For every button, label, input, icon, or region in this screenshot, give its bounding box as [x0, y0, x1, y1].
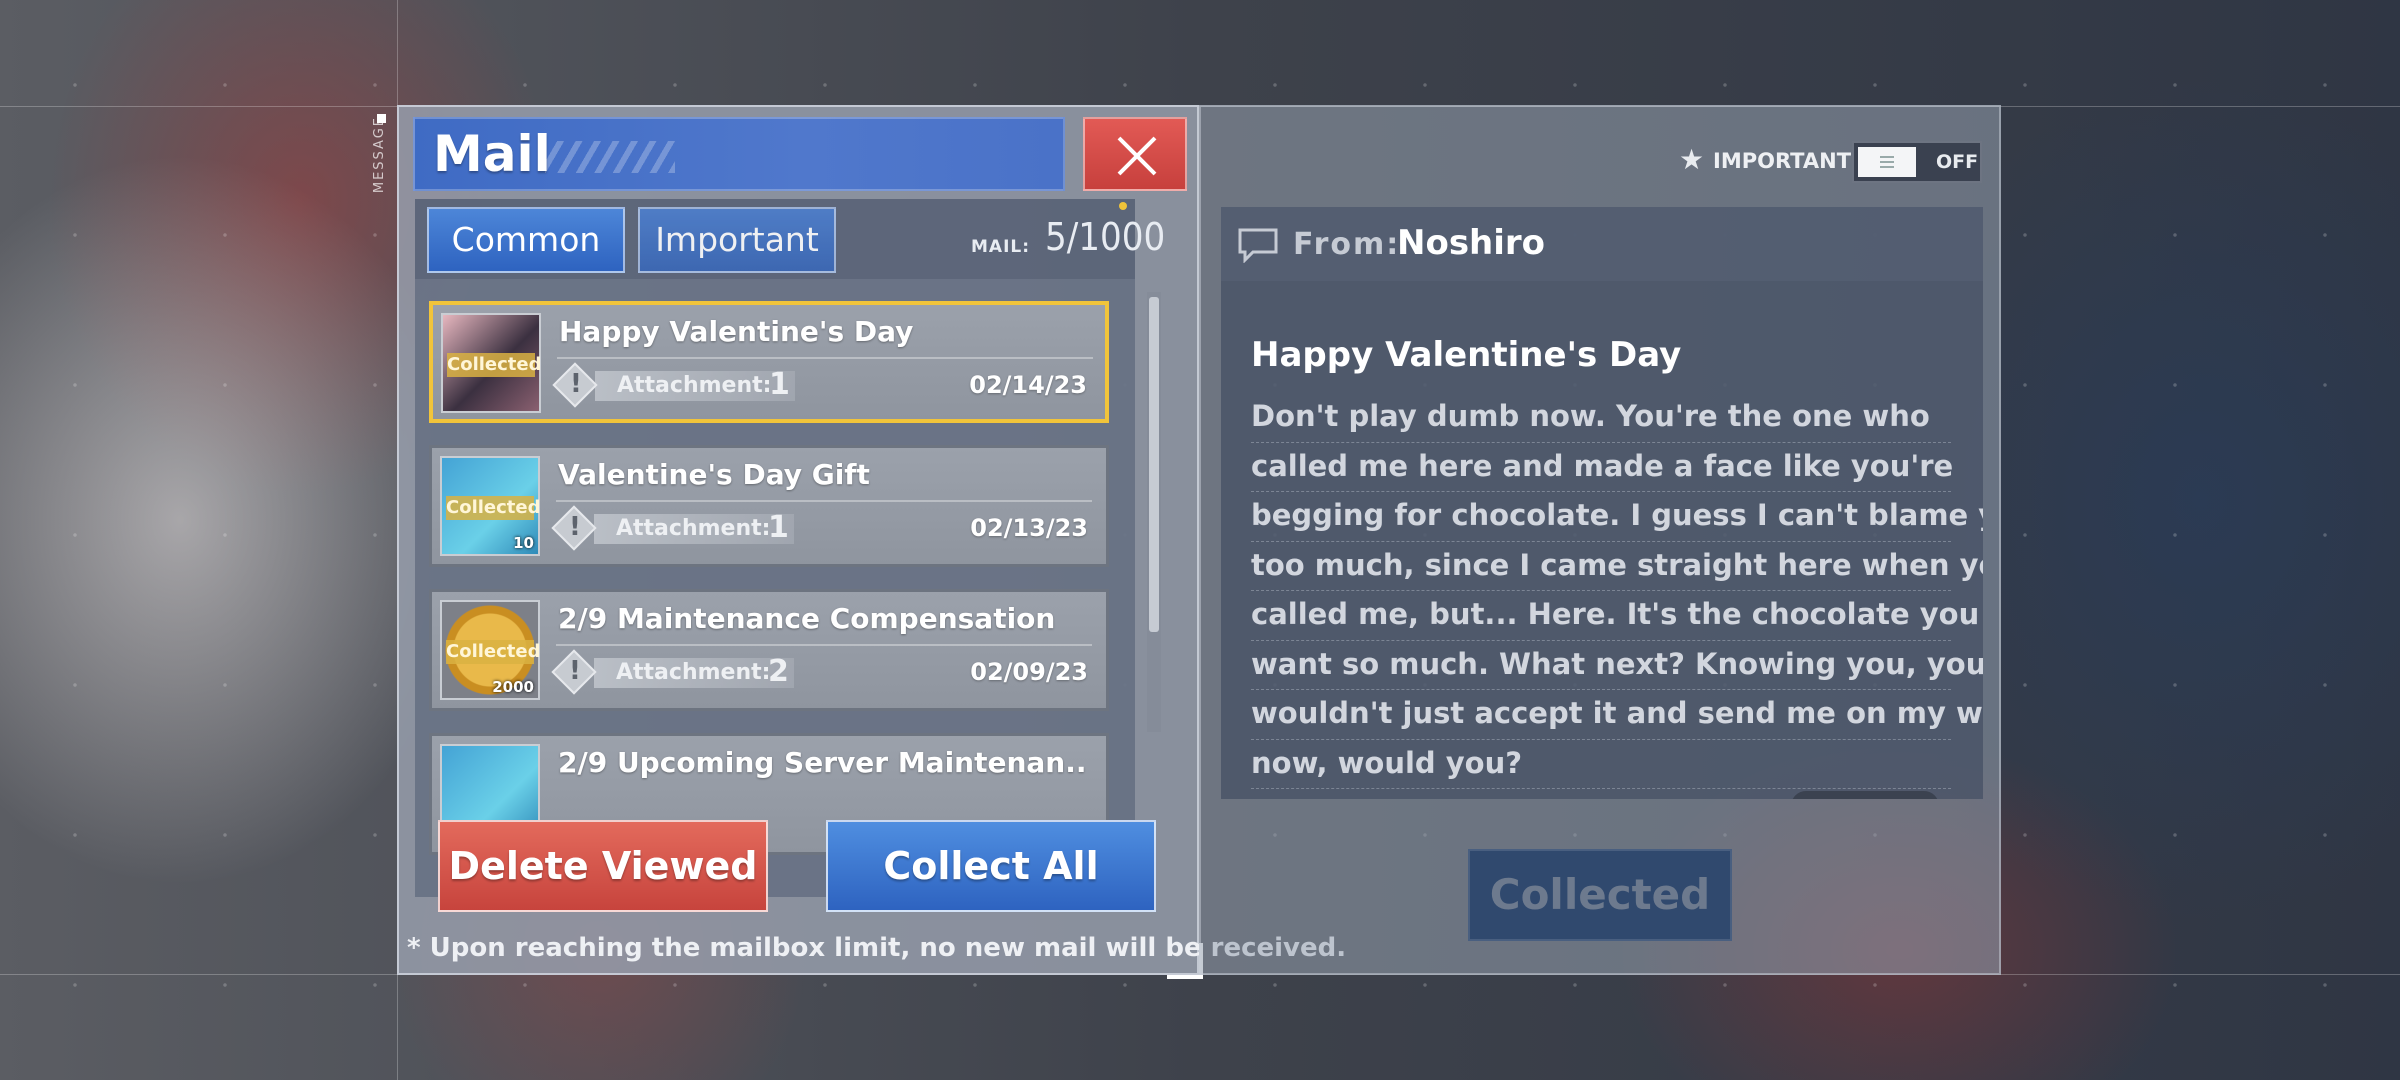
close-button[interactable] — [1083, 117, 1187, 191]
chat-bubble-icon — [1238, 228, 1278, 263]
mail-item-title: 2/9 Upcoming Server Maintenan.. — [558, 746, 1087, 779]
mail-date-chip — [1791, 791, 1939, 799]
divider — [557, 357, 1093, 359]
page-title: Mail — [433, 125, 551, 183]
mail-count-label: MAIL: — [971, 237, 1031, 257]
mail-thumbnail: Collected 10 — [440, 456, 541, 556]
mail-count-value: 5/1000 — [1045, 215, 1166, 259]
sender-header: From: Noshiro — [1221, 207, 1983, 281]
star-icon: ★ — [1679, 143, 1705, 176]
mail-panel: Mail Common Important MAIL: 5/1000 Colle… — [397, 105, 1346, 979]
mail-body-line: called me here and made a face like you'… — [1251, 443, 1953, 492]
mail-item[interactable]: Collected Happy Valentine's Day ! Attach… — [429, 301, 1109, 423]
mail-item[interactable]: Collected 2000 2/9 Maintenance Compensat… — [429, 589, 1109, 711]
mail-body-line: Don't play dumb now. You're the one who — [1251, 393, 1951, 443]
mail-thumbnail: Collected — [441, 313, 542, 413]
important-toggle[interactable]: OFF — [1852, 141, 1982, 183]
attachment-info: ! Attachment: 2 — [551, 649, 794, 695]
tab-important[interactable]: Important — [638, 207, 836, 273]
toggle-knob — [1858, 147, 1916, 177]
tab-bar: Common Important MAIL: 5/1000 — [415, 199, 1165, 279]
attachment-count: 2 — [768, 654, 789, 689]
side-tag: MESSAGE — [372, 116, 387, 194]
exclamation-glyph: ! — [569, 512, 581, 542]
attachment-info: ! Attachment: 1 — [552, 362, 795, 408]
collected-badge: Collected — [446, 496, 541, 520]
delete-viewed-button[interactable]: Delete Viewed — [438, 820, 768, 912]
mail-thumbnail: Collected 2000 — [440, 600, 541, 700]
mail-item-title: Happy Valentine's Day — [559, 315, 914, 348]
mail-body-line: too much, since I came straight here whe… — [1251, 542, 1983, 591]
mail-date: 02/09/23 — [970, 658, 1088, 686]
tab-common[interactable]: Common — [427, 207, 625, 273]
mail-date: 02/13/23 — [970, 514, 1088, 542]
mail-content-box: From: Noshiro Happy Valentine's Day Don'… — [1221, 207, 1983, 799]
exclamation-glyph: ! — [570, 369, 582, 399]
toggle-state: OFF — [1936, 151, 1979, 173]
sender-name: Noshiro — [1397, 223, 1546, 263]
divider — [556, 500, 1092, 502]
attachment-count: 1 — [769, 367, 790, 402]
mail-title-bar: Mail — [413, 117, 1065, 191]
item-quantity: 2000 — [492, 678, 534, 696]
from-label: From: — [1293, 227, 1401, 262]
attachment-label: Attachment: — [617, 373, 772, 398]
mail-body: Don't play dumb now. You're the one who … — [1251, 393, 1983, 789]
close-icon — [1117, 136, 1157, 176]
mail-list-area: Common Important MAIL: 5/1000 Collected … — [415, 199, 1165, 897]
collect-all-button[interactable]: Collect All — [826, 820, 1156, 912]
mail-body-line: want so much. What next? Knowing you, yo… — [1251, 641, 1983, 690]
mail-detail-panel: ★ IMPORTANT OFF From: Noshiro Happy Vale… — [1199, 105, 2001, 975]
collected-badge: Collected — [447, 353, 542, 377]
menu-lines-icon-mid — [1880, 161, 1894, 163]
title-stripes-decoration — [545, 141, 675, 173]
exclamation-glyph: ! — [569, 656, 581, 686]
important-label: IMPORTANT — [1713, 149, 1852, 173]
collected-badge: Collected — [446, 640, 541, 664]
new-indicator-dot — [1119, 202, 1127, 210]
mail-body-line: begging for chocolate. I guess I can't b… — [1251, 492, 1983, 542]
mail-body-line: wouldn't just accept it and send me on m… — [1251, 690, 1983, 740]
divider — [556, 644, 1092, 646]
mail-list[interactable]: Collected Happy Valentine's Day ! Attach… — [415, 279, 1135, 897]
scrollbar-thumb[interactable] — [1149, 297, 1159, 632]
attachment-label: Attachment: — [616, 660, 771, 685]
collected-button[interactable]: Collected — [1468, 849, 1732, 941]
mail-item-title: 2/9 Maintenance Compensation — [558, 602, 1056, 635]
corner-decoration — [1167, 943, 1203, 979]
attachment-count: 1 — [768, 510, 789, 545]
mail-item[interactable]: Collected 10 Valentine's Day Gift ! Atta… — [429, 445, 1109, 567]
attachment-label: Attachment: — [616, 516, 771, 541]
mail-item-title: Valentine's Day Gift — [558, 458, 870, 491]
mail-body-line: called me, but... Here. It's the chocola… — [1251, 591, 1979, 641]
mail-detail-title: Happy Valentine's Day — [1251, 335, 1682, 375]
mail-date: 02/14/23 — [969, 371, 1087, 399]
attachment-info: ! Attachment: 1 — [551, 505, 794, 551]
item-quantity: 10 — [513, 534, 534, 552]
mail-body-line: now, would you? — [1251, 740, 1951, 789]
